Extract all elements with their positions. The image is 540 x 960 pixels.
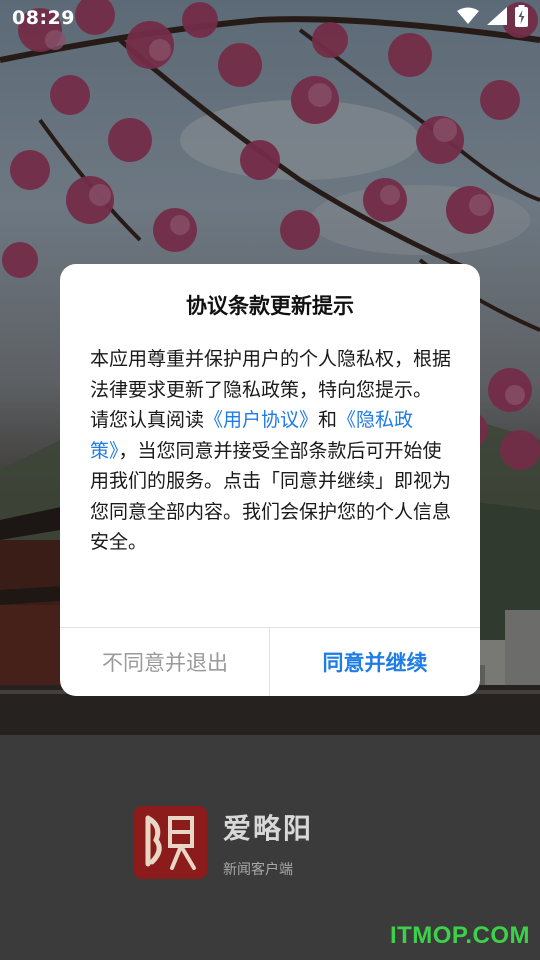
paragraph-2-suffix: ，当您同意并接受全部条款后可开始使用我们的服务。点击「同意并继续」即视为您同意全… <box>90 439 452 554</box>
agreement-dialog: 协议条款更新提示 本应用尊重并保护用户的个人隐私权，根据法律要求更新了隐私政策，… <box>60 264 480 696</box>
dialog-body: 本应用尊重并保护用户的个人隐私权，根据法律要求更新了隐私政策，特向您提示。 请您… <box>90 344 454 558</box>
battery-charging-icon <box>515 5 528 31</box>
brand-name: 爱略阳 <box>223 811 314 845</box>
disagree-exit-button[interactable]: 不同意并退出 <box>60 628 270 696</box>
watermark: ITMOP.COM <box>389 922 530 949</box>
dialog-paragraph-1: 本应用尊重并保护用户的个人隐私权，根据法律要求更新了隐私政策，特向您提示。 <box>90 348 452 401</box>
dialog-paragraph-2: 请您认真阅读《用户协议》和《隐私政策》，当您同意并接受全部条款后可开始使用我们的… <box>90 405 454 558</box>
and-text: 和 <box>318 409 338 431</box>
wifi-icon <box>457 7 479 29</box>
paragraph-2-prefix: 请您认真阅读 <box>90 409 205 431</box>
dialog-title: 协议条款更新提示 <box>186 294 354 318</box>
brand-text: 爱略阳 新闻客户端 <box>223 807 313 879</box>
agree-continue-button[interactable]: 同意并继续 <box>270 628 480 696</box>
status-bar: 08:29 <box>0 0 540 36</box>
brand-subtitle: 新闻客户端 <box>223 861 293 878</box>
app-logo <box>134 806 207 879</box>
status-icons <box>457 5 528 31</box>
status-time: 08:29 <box>12 7 75 29</box>
logo-glyph-icon <box>134 806 207 879</box>
brand-block: 爱略阳 新闻客户端 <box>134 806 313 879</box>
user-agreement-link[interactable]: 《用户协议》 <box>204 409 318 431</box>
signal-icon <box>487 7 507 29</box>
